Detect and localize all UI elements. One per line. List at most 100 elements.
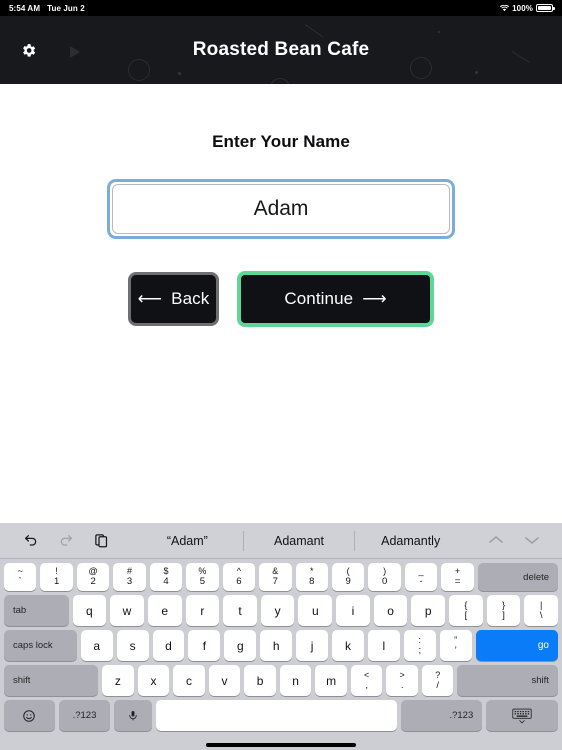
- page-title: Roasted Bean Cafe: [192, 39, 370, 60]
- key-9[interactable]: (9: [331, 563, 365, 591]
- key-2[interactable]: @2: [76, 563, 110, 591]
- decorative-line: [304, 24, 324, 38]
- key-3[interactable]: #3: [113, 563, 146, 591]
- key-go[interactable]: go: [475, 630, 558, 661]
- suggestion-item[interactable]: “Adam”: [132, 531, 243, 551]
- key-7[interactable]: & 7: [259, 563, 292, 591]
- key-c[interactable]: c: [173, 665, 205, 696]
- suggestion-bar: “Adam” Adamant Adamantly: [0, 523, 562, 559]
- suggestion-nav: [466, 532, 562, 550]
- key--[interactable]: _ -: [404, 563, 438, 591]
- key-q[interactable]: q: [72, 595, 107, 626]
- key-’[interactable]: ”’: [439, 630, 472, 661]
- key-f[interactable]: f: [188, 630, 221, 661]
- key-delete[interactable]: delete: [477, 563, 559, 591]
- key-x[interactable]: x: [137, 665, 170, 696]
- key-z[interactable]: z: [102, 665, 134, 696]
- key-i[interactable]: i: [336, 595, 370, 626]
- key-123[interactable]: .?123: [58, 700, 110, 731]
- key-shift[interactable]: shift: [457, 665, 558, 696]
- status-date: Tue Jun 2: [47, 3, 85, 13]
- suggestion-tools: [0, 532, 132, 550]
- battery-full-icon: [536, 4, 555, 12]
- chevron-down-icon[interactable]: [524, 532, 540, 550]
- name-input[interactable]: [112, 184, 450, 234]
- key-6[interactable]: ^ 6: [222, 563, 256, 591]
- status-time: 5:54 AM: [9, 3, 41, 13]
- arrow-left-icon: ⟵: [137, 289, 163, 308]
- suggestion-list: “Adam” Adamant Adamantly: [132, 523, 466, 558]
- decorative-circle: [128, 59, 150, 81]
- key-p[interactable]: p: [411, 595, 446, 626]
- key-microphone-icon[interactable]: [113, 700, 152, 731]
- undo-icon[interactable]: [22, 532, 40, 550]
- decorative-circle: [410, 57, 432, 79]
- on-screen-keyboard: “Adam” Adamant Adamantly ~ `! 1 @2 #3 $4% 5 ^ 6 &…: [0, 523, 562, 750]
- key-w[interactable]: w: [110, 595, 144, 626]
- key-8[interactable]: * 8: [295, 563, 328, 591]
- key-emoji-icon[interactable]: [4, 700, 55, 731]
- keyboard-row-bottom: .?123 .?123: [0, 700, 562, 731]
- key-.[interactable]: >.: [386, 665, 418, 696]
- key-capslock[interactable]: caps lock: [4, 630, 77, 661]
- keyboard-row-numbers: ~ `! 1 @2 #3 $4% 5 ^ 6 & 7 * 8(9) 0 _ - + = delete: [0, 563, 562, 591]
- key-/[interactable]: ? /: [421, 665, 454, 696]
- continue-button[interactable]: Continue ⟶: [237, 271, 434, 327]
- paste-icon[interactable]: [92, 532, 110, 550]
- gear-icon[interactable]: [18, 40, 38, 60]
- continue-button-label: Continue: [284, 289, 354, 308]
- home-indicator: [206, 743, 356, 747]
- key-m[interactable]: m: [315, 665, 347, 696]
- keyboard-row-top: tab q w e r t y u i o p{[}] | \: [0, 595, 562, 626]
- key-l[interactable]: l: [367, 630, 400, 661]
- back-button-label: Back: [171, 289, 210, 308]
- back-button[interactable]: ⟵ Back: [128, 272, 219, 326]
- key-y[interactable]: y: [260, 595, 295, 626]
- key-t[interactable]: t: [223, 595, 257, 626]
- battery-percent: 100%: [512, 3, 533, 13]
- suggestion-item[interactable]: Adamantly: [354, 530, 466, 551]
- keyboard-row-shift: shift z x c v b n m <, >.? / shift: [0, 665, 562, 696]
- key-o[interactable]: o: [373, 595, 408, 626]
- key-0[interactable]: ) 0: [368, 563, 401, 591]
- key-4[interactable]: $4: [149, 563, 183, 591]
- key-;[interactable]: :;: [403, 630, 436, 661]
- status-bar: 5:54 AM Tue Jun 2 100%: [0, 0, 562, 16]
- key-123[interactable]: .?123: [401, 700, 483, 731]
- key-[[interactable]: {[: [449, 595, 483, 626]
- key-5[interactable]: % 5: [186, 563, 219, 591]
- key-u[interactable]: u: [298, 595, 333, 626]
- key-n[interactable]: n: [279, 665, 312, 696]
- key-=[interactable]: + =: [441, 563, 474, 591]
- key-`[interactable]: ~ `: [4, 563, 37, 591]
- key-j[interactable]: j: [296, 630, 329, 661]
- redo-icon[interactable]: [57, 532, 75, 550]
- key-h[interactable]: h: [260, 630, 293, 661]
- chevron-up-icon[interactable]: [488, 532, 504, 550]
- key-tab[interactable]: tab: [4, 595, 69, 626]
- arrow-right-icon: ⟶: [362, 289, 387, 308]
- key-shift[interactable]: shift: [4, 665, 99, 696]
- key-a[interactable]: a: [80, 630, 113, 661]
- form-actions: ⟵ Back Continue ⟶: [128, 271, 434, 327]
- key-space[interactable]: [155, 700, 398, 731]
- key-hide-keyboard-icon[interactable]: [486, 700, 558, 731]
- main-content: Enter Your Name ⟵ Back Continue ⟶: [0, 84, 562, 523]
- key-1[interactable]: ! 1: [40, 563, 73, 591]
- key-v[interactable]: v: [208, 665, 241, 696]
- suggestion-item[interactable]: Adamant: [242, 530, 355, 551]
- status-bar-right: 100%: [500, 3, 555, 13]
- key-g[interactable]: g: [224, 630, 257, 661]
- keyboard-row-home: caps lock a s d f g h j k l:;”’ go: [0, 630, 562, 661]
- form-heading: Enter Your Name: [212, 132, 350, 151]
- key-r[interactable]: r: [185, 595, 220, 626]
- key-][interactable]: }]: [486, 595, 521, 626]
- key-,[interactable]: <,: [350, 665, 383, 696]
- key-k[interactable]: k: [332, 630, 364, 661]
- key-b[interactable]: b: [244, 665, 276, 696]
- key-e[interactable]: e: [147, 595, 182, 626]
- key-d[interactable]: d: [152, 630, 185, 661]
- decorative-triangle: [70, 46, 80, 58]
- key-\[interactable]: | \: [524, 595, 559, 626]
- key-s[interactable]: s: [116, 630, 149, 661]
